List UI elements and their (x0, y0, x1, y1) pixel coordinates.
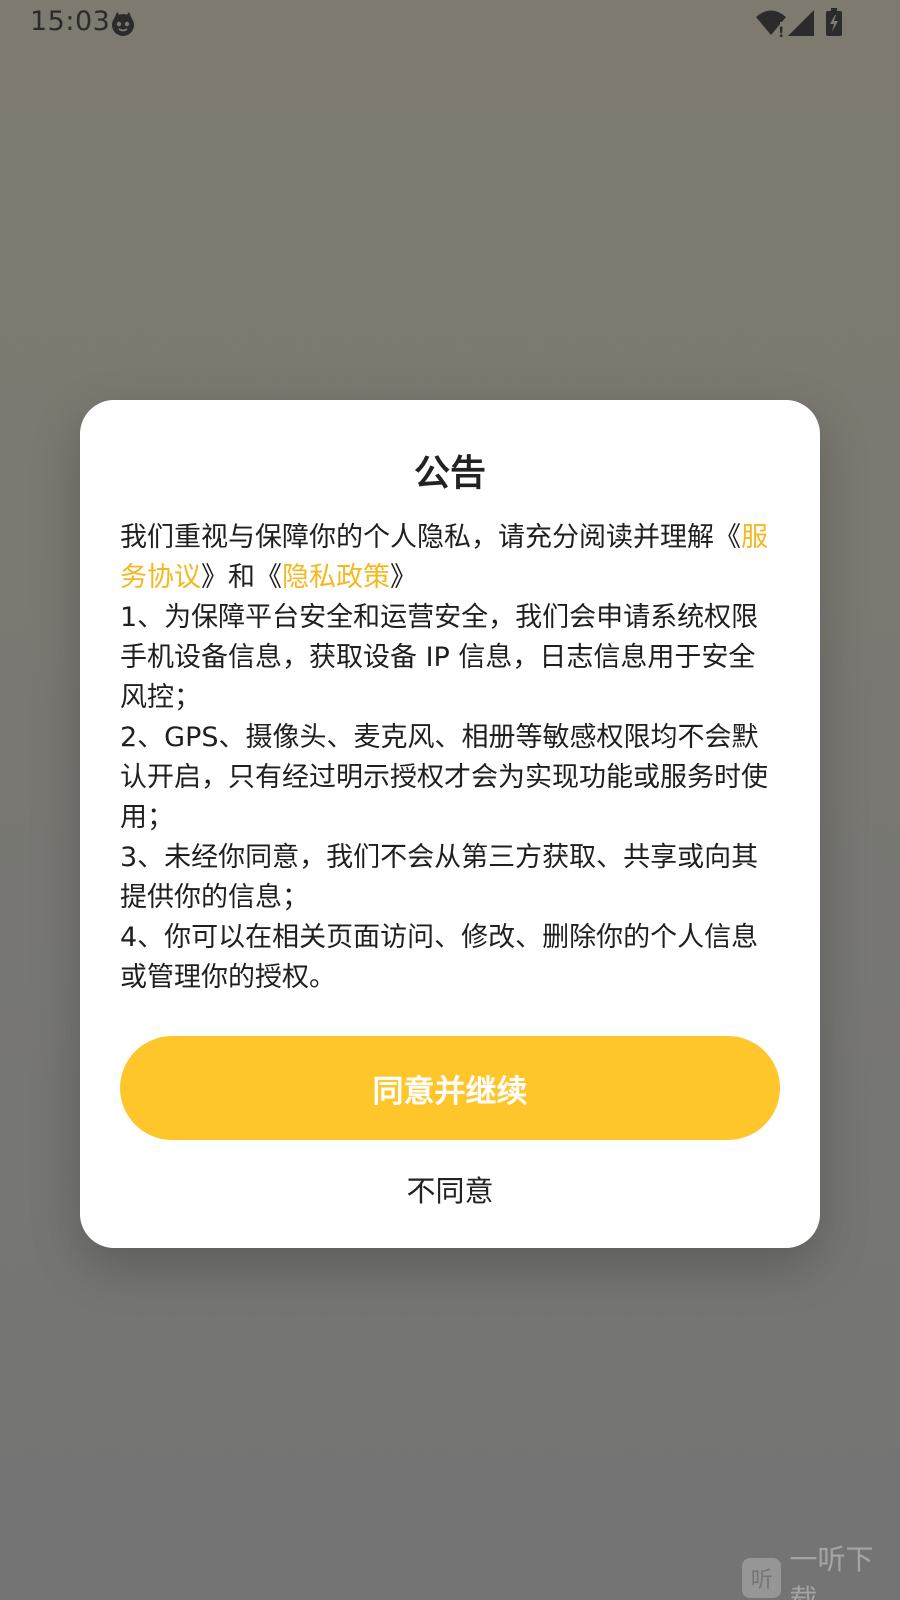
wifi-icon: ! (756, 10, 786, 38)
and-text: 和 (228, 562, 255, 593)
status-bar: 15:03 ! (0, 0, 900, 48)
notice-item-1: 1、为保障平台安全和运营安全，我们会申请系统权限手机设备信息，获取设备 IP 信… (120, 602, 759, 713)
svg-text:!: ! (778, 25, 784, 38)
intro-paragraph: 我们重视与保障你的个人隐私，请充分阅读并理解《服务协议》和《隐私政策》 (120, 518, 780, 598)
dialog-body: 我们重视与保障你的个人隐私，请充分阅读并理解《服务协议》和《隐私政策》 1、为保… (120, 518, 780, 998)
disagree-button[interactable]: 不同意 (120, 1164, 780, 1214)
watermark-text: 一听下载 (789, 1543, 874, 1600)
notice-item-4: 4、你可以在相关页面访问、修改、删除你的个人信息或管理你的授权。 (120, 922, 759, 993)
battery-icon (826, 8, 842, 36)
notice-item-2: 2、GPS、摄像头、麦克风、相册等敏感权限均不会默认开启，只有经过明示授权才会为… (120, 722, 768, 833)
watermark: 听 一听下载 (742, 1543, 900, 1600)
watermark-logo-icon: 听 (742, 1558, 782, 1598)
signal-icon (788, 10, 814, 36)
agree-continue-button[interactable]: 同意并继续 (120, 1036, 780, 1140)
dialog-title: 公告 (413, 453, 486, 494)
bracket-close: 》 (390, 562, 417, 593)
cat-icon (112, 12, 134, 36)
status-time: 15:03 (30, 6, 111, 37)
privacy-policy-link[interactable]: 隐私政策 (282, 562, 390, 593)
intro-text: 我们重视与保障你的个人隐私，请充分阅读并理解 (120, 522, 714, 553)
bracket-open: 《 (255, 562, 282, 593)
privacy-dialog: 公告 我们重视与保障你的个人隐私，请充分阅读并理解《服务协议》和《隐私政策》 1… (80, 400, 820, 1248)
bracket-close: 》 (201, 562, 228, 593)
notice-item-3: 3、未经你同意，我们不会从第三方获取、共享或向其提供你的信息； (120, 842, 759, 913)
bracket-open: 《 (714, 522, 741, 553)
